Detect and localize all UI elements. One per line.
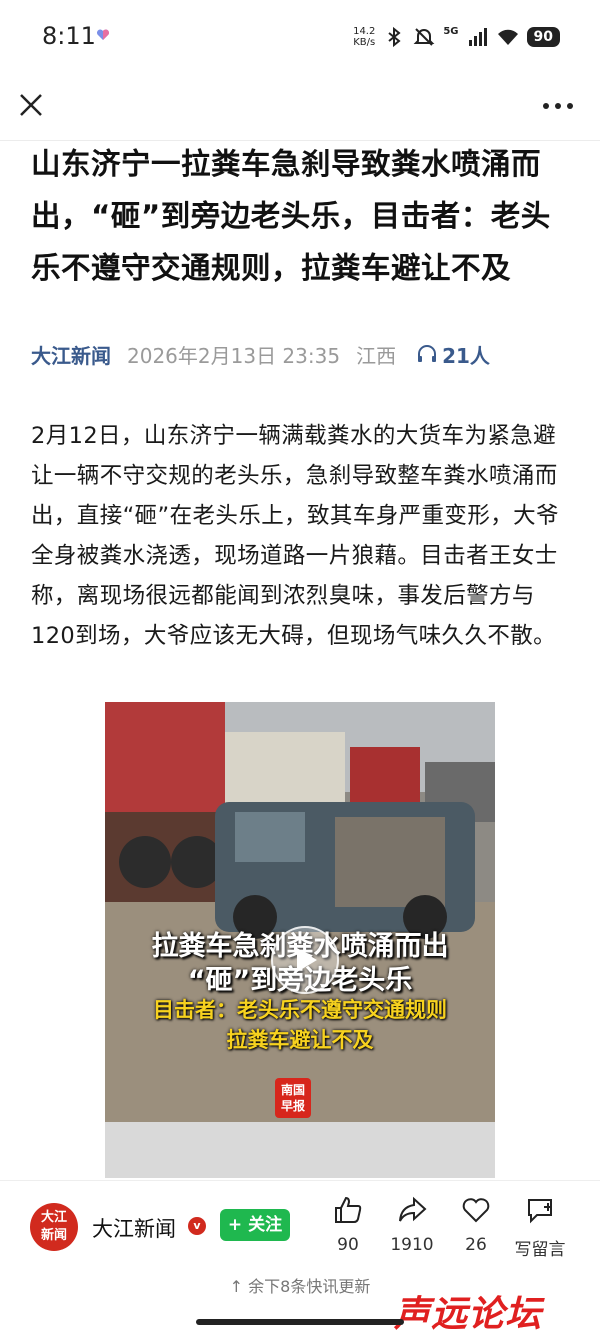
avatar-text-line2: 新闻: [40, 1228, 67, 1243]
account-avatar[interactable]: 大江 新闻: [30, 1203, 78, 1251]
status-icons: 14.2 KB/s 5G 90: [353, 22, 560, 52]
listen-button[interactable]: 21人: [416, 340, 490, 369]
network-speed-unit: KB/s: [353, 37, 376, 48]
video-source-logo: 南国 早报: [275, 1078, 311, 1118]
article-meta: 大江新闻 2026年2月13日 23:35 江西 21人: [31, 338, 591, 370]
signal-icon: [468, 28, 487, 46]
video-logo-line1: 南国: [280, 1083, 305, 1097]
article-title: 山东济宁一拉粪车急刹导致粪水喷涌而出，“砸”到旁边老头乐，目击者：老头乐不遵守交…: [31, 147, 551, 285]
battery-level: 90: [526, 27, 560, 47]
heart-icon: [462, 1198, 490, 1223]
status-time: 8:11: [42, 22, 96, 50]
share-button[interactable]: 1910: [381, 1195, 443, 1255]
headphones-icon: [418, 345, 437, 362]
listener-count: 21人: [442, 343, 490, 368]
network-type: 5G: [443, 25, 459, 37]
mute-icon: [413, 28, 435, 46]
article-date: 2026年2月13日 23:35: [127, 343, 341, 368]
avatar-text-line1: 大江: [40, 1210, 67, 1225]
video-logo-line2: 早报: [280, 1099, 305, 1113]
account-name[interactable]: 大江新闻: [92, 1213, 176, 1243]
network-speed: 14.2 KB/s: [353, 26, 375, 48]
status-bar: 8:11 14.2 KB/s 5G 90: [0, 0, 600, 72]
like-button[interactable]: 90: [317, 1195, 379, 1255]
bottom-action-bar: 大江 新闻 大江新闻 v + 关注 90 1910 26 写留言 ↑ 余下8条快…: [0, 1180, 600, 1336]
home-indicator[interactable]: [196, 1319, 404, 1325]
share-count: 1910: [390, 1235, 434, 1255]
article-source[interactable]: 大江新闻: [31, 340, 111, 369]
network-speed-value: 14.2: [353, 26, 376, 37]
video-caption-line4: 拉粪车避让不及: [226, 1028, 374, 1052]
comment-label: 写留言: [514, 1240, 566, 1260]
wifi-icon: [497, 29, 518, 45]
comment-icon: [528, 1199, 552, 1224]
article-body: 2月12日，山东济宁一辆满载粪水的大货车为紧急避让一辆不守交规的老头乐，急刹导致…: [31, 423, 559, 649]
play-icon: [297, 948, 317, 972]
video-player[interactable]: 拉粪车急刹粪水喷涌而出 “砸”到旁边老头乐 目击者：老头乐不遵守交通规则 拉粪车…: [105, 702, 495, 1178]
favorite-button[interactable]: 26: [445, 1195, 507, 1255]
thumbs-up-icon: [335, 1196, 362, 1223]
comment-button[interactable]: 写留言: [509, 1195, 571, 1260]
close-icon[interactable]: [18, 92, 44, 118]
like-count: 90: [337, 1235, 359, 1255]
more-icon[interactable]: [542, 96, 574, 116]
play-button[interactable]: [271, 926, 339, 994]
share-icon: [399, 1196, 427, 1222]
video-caption-line3: 目击者：老头乐不遵守交通规则: [153, 998, 447, 1022]
verified-badge: v: [188, 1217, 206, 1235]
heart-small-icon: [96, 29, 110, 40]
bluetooth-icon: [388, 26, 401, 48]
top-bar: [0, 80, 600, 136]
forum-watermark: 声远论坛: [394, 1294, 543, 1335]
favorite-count: 26: [465, 1235, 487, 1255]
article-region: 江西: [356, 343, 397, 368]
follow-button[interactable]: + 关注: [220, 1209, 290, 1241]
